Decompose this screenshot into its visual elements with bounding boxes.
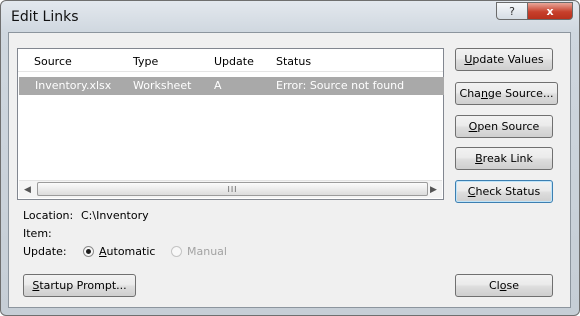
break-link-button[interactable]: Break Link — [455, 147, 553, 170]
update-label: Update: — [23, 245, 67, 258]
list-header: Source Type Update Status — [18, 49, 443, 72]
table-row[interactable]: Inventory.xlsx Worksheet A Error: Source… — [19, 77, 444, 95]
column-header-type[interactable]: Type — [133, 55, 158, 68]
horizontal-scrollbar[interactable]: ◀ III ▶ — [19, 180, 442, 198]
update-values-button[interactable]: Update Values — [455, 48, 553, 71]
scroll-left-arrow-icon[interactable]: ◀ — [19, 181, 36, 198]
links-list[interactable]: Source Type Update Status Inventory.xlsx… — [17, 48, 444, 200]
automatic-radio[interactable] — [83, 246, 94, 257]
dialog-title: Edit Links — [11, 9, 79, 25]
help-button[interactable]: ? — [496, 2, 528, 20]
automatic-radio-label[interactable]: Automatic — [99, 245, 155, 258]
column-header-source[interactable]: Source — [34, 55, 72, 68]
location-label: Location: — [23, 209, 74, 222]
cell-update: A — [214, 79, 222, 92]
cell-source: Inventory.xlsx — [35, 79, 112, 92]
manual-radio-label[interactable]: Manual — [187, 245, 227, 258]
change-source-button[interactable]: Cha n ge Source... — [455, 82, 558, 105]
close-window-button[interactable]: x — [527, 2, 573, 20]
startup-prompt-button[interactable]: Startup Prompt... — [23, 274, 136, 297]
column-header-update[interactable]: Update — [214, 55, 254, 68]
open-source-button[interactable]: Open Source — [455, 115, 553, 138]
scroll-thumb[interactable]: III — [37, 182, 428, 196]
check-status-button[interactable]: Check Status — [455, 180, 553, 203]
item-label: Item: — [23, 227, 52, 240]
scroll-right-arrow-icon[interactable]: ▶ — [425, 181, 442, 198]
column-header-status[interactable]: Status — [276, 55, 311, 68]
close-button[interactable]: Cl o se — [455, 274, 553, 297]
cell-status: Error: Source not found — [276, 79, 405, 92]
cell-type: Worksheet — [133, 79, 192, 92]
location-value: C:\Inventory — [81, 209, 149, 222]
manual-radio[interactable] — [171, 246, 182, 257]
